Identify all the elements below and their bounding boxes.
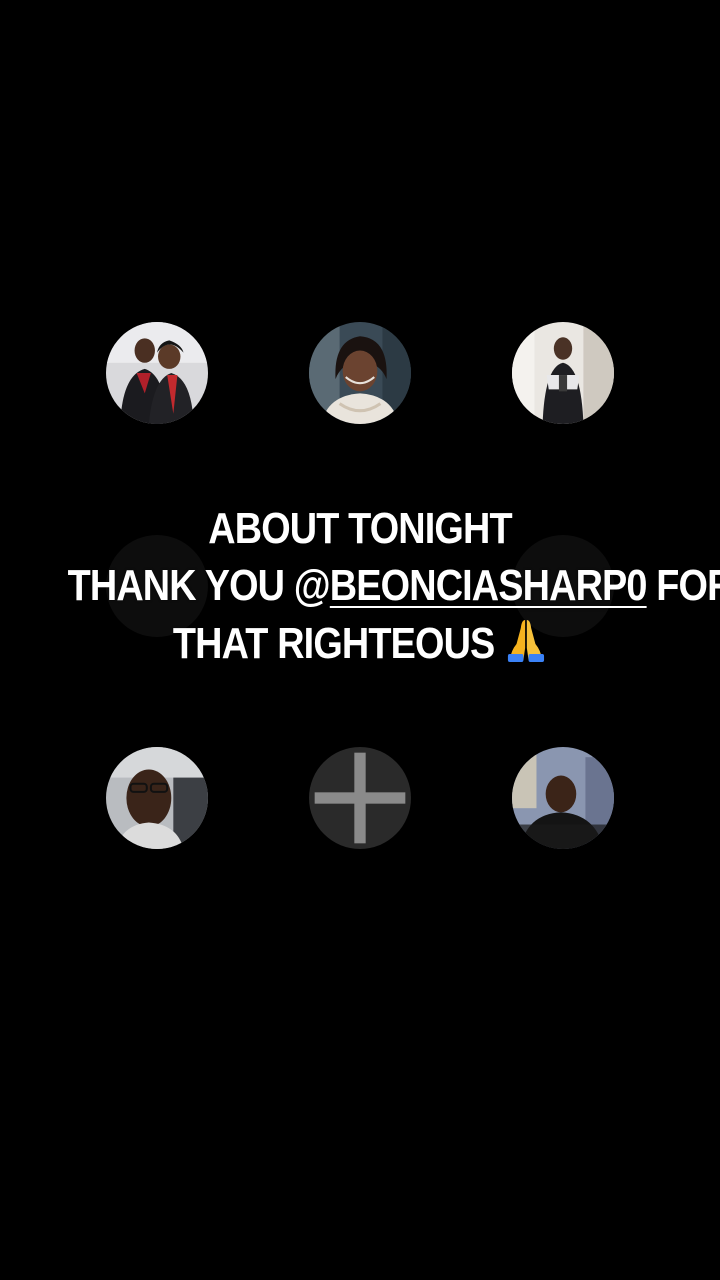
couple-photo — [106, 322, 208, 424]
man-standing-photo — [512, 322, 614, 424]
man-indoor-photo — [512, 747, 614, 849]
user-mention-link[interactable]: BEONCIASHARP0 — [330, 561, 648, 610]
guest-avatar-2[interactable] — [309, 322, 411, 424]
guest-avatar-3[interactable] — [512, 322, 614, 424]
caption-righteous: THAT RIGHTEOUS — [172, 619, 495, 668]
caption-line-1: ABOUT TONIGHT — [208, 504, 512, 553]
woman-portrait-photo — [309, 322, 411, 424]
guest-avatar-1[interactable] — [106, 322, 208, 424]
guest-avatar-5[interactable] — [512, 747, 614, 849]
add-guest-button[interactable] — [309, 747, 411, 849]
live-caption: ABOUT TONIGHT THANK YOU @BEONCIASHARP0 F… — [67, 500, 720, 672]
live-guest-grid: ABOUT TONIGHT THANK YOU @BEONCIASHARP0 F… — [0, 0, 720, 1280]
folded-hands-icon — [507, 620, 544, 662]
caption-thank-you: THANK YOU @ — [67, 561, 331, 610]
guest-avatar-4[interactable] — [106, 747, 208, 849]
caption-for: FOR — [656, 561, 720, 610]
plus-icon — [309, 747, 411, 849]
caption-line-3: THAT RIGHTEOUS — [68, 614, 653, 672]
caption-line-2: THANK YOU @BEONCIASHARP0 FOR — [67, 557, 720, 614]
man-with-glasses-photo — [106, 747, 208, 849]
